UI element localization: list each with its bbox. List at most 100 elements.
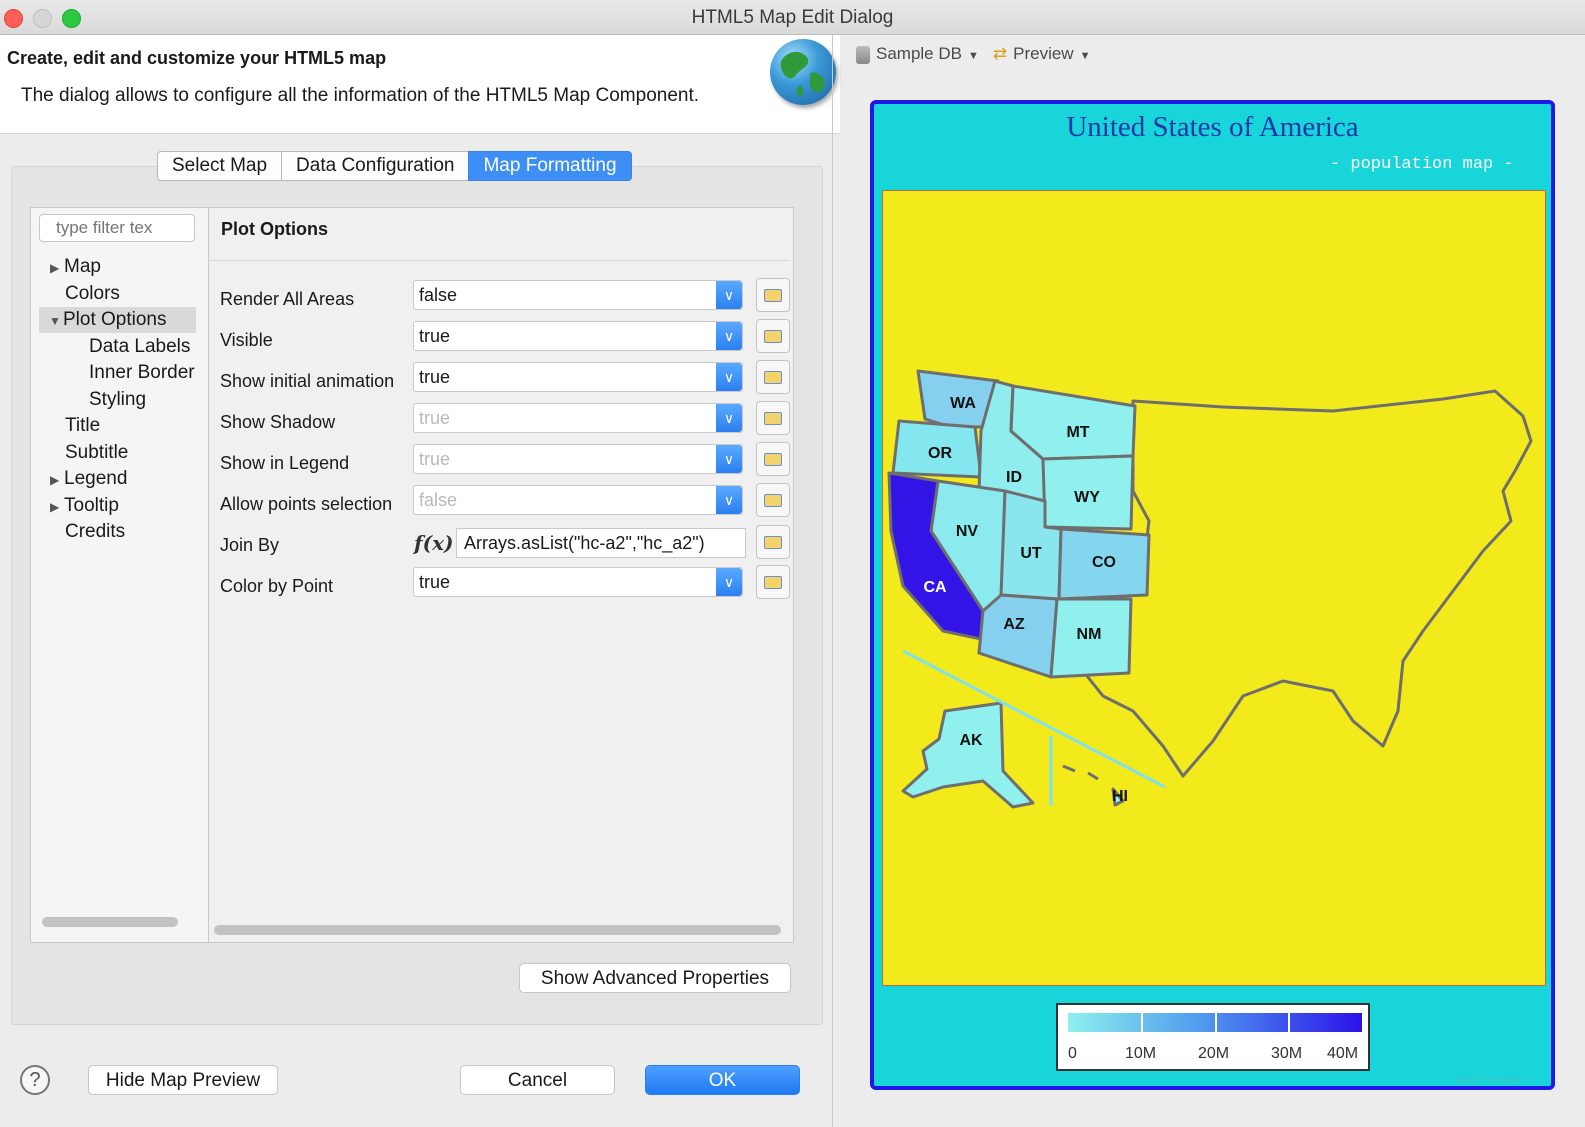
expand-arrow-icon[interactable]: ▶ — [50, 494, 64, 520]
color-by-point-select[interactable]: true ∨ — [413, 567, 743, 597]
state-label-ca: CA — [923, 579, 947, 596]
prop-label-visible: Visible — [220, 330, 273, 350]
edit-expression-button[interactable] — [756, 442, 790, 476]
tree-item-subtitle[interactable]: Subtitle — [65, 440, 128, 466]
chevron-down-icon[interactable]: ∨ — [716, 322, 742, 350]
globe-icon — [770, 39, 836, 105]
edit-icon — [764, 371, 782, 384]
edit-expression-button[interactable] — [756, 483, 790, 517]
tree-item-map[interactable]: ▶ Map — [50, 254, 101, 280]
hide-map-preview-button[interactable]: Hide Map Preview — [88, 1065, 278, 1095]
prop-label-render-all-areas: Render All Areas — [220, 289, 355, 309]
tree-item-data-labels[interactable]: Data Labels — [89, 334, 190, 360]
chevron-down-icon[interactable]: ∨ — [716, 445, 742, 473]
tree-scrollbar[interactable] — [42, 917, 178, 927]
edit-expression-button[interactable] — [756, 565, 790, 599]
show-in-legend-select[interactable]: true ∨ — [413, 444, 743, 474]
chevron-down-icon[interactable]: ∨ — [716, 281, 742, 309]
tree-item-styling[interactable]: Styling — [89, 387, 146, 413]
edit-expression-button[interactable] — [756, 525, 790, 559]
show-shadow-select[interactable]: true ∨ — [413, 403, 743, 433]
ok-button[interactable]: OK — [645, 1065, 800, 1095]
tree-item-label: Plot Options — [63, 309, 167, 330]
prop-label-show-shadow: Show Shadow — [220, 412, 336, 432]
visible-select[interactable]: true ∨ — [413, 321, 743, 351]
legend-label: 20M — [1198, 1045, 1230, 1062]
join-by-input[interactable]: Arrays.asList("hc-a2","hc_a2") — [456, 528, 746, 558]
edit-icon — [764, 494, 782, 507]
split-divider[interactable] — [832, 35, 833, 1127]
expand-arrow-icon[interactable]: ▶ — [50, 467, 64, 493]
state-label-nm: NM — [1077, 626, 1102, 643]
tree-item-inner-border[interactable]: Inner Border — [89, 360, 195, 386]
tree-item-tooltip[interactable]: ▶ Tooltip — [50, 493, 119, 519]
select-value: false — [419, 490, 458, 510]
tab-map-formatting[interactable]: Map Formatting — [468, 151, 632, 181]
divider — [210, 260, 790, 261]
tree-item-colors[interactable]: Colors — [65, 281, 120, 307]
state-label-nv: NV — [956, 523, 979, 540]
tree-item-label: Tooltip — [64, 495, 119, 516]
map-subtitle: - population map - — [1330, 155, 1514, 174]
chevron-down-icon[interactable]: ∨ — [716, 568, 742, 596]
header-description: The dialog allows to configure all the i… — [21, 85, 700, 106]
legend-tick — [1288, 1013, 1290, 1032]
legend-tick — [1141, 1013, 1143, 1032]
edit-expression-button[interactable] — [756, 360, 790, 394]
tree-item-label: Map — [64, 256, 101, 277]
tab-bar: Select Map Data Configuration Map Format… — [157, 151, 632, 181]
header-title: Create, edit and customize your HTML5 ma… — [7, 48, 387, 68]
tree-filter-input[interactable] — [39, 214, 195, 242]
map-credits[interactable]: Map Example — [1456, 1074, 1523, 1086]
tab-select-map[interactable]: Select Map — [157, 151, 283, 181]
edit-expression-button[interactable] — [756, 319, 790, 353]
properties-scrollbar[interactable] — [214, 925, 781, 935]
show-initial-animation-select[interactable]: true ∨ — [413, 362, 743, 392]
state-label-wy: WY — [1074, 489, 1100, 506]
edit-icon — [764, 536, 782, 549]
show-advanced-properties-button[interactable]: Show Advanced Properties — [519, 963, 791, 993]
tree-item-legend[interactable]: ▶ Legend — [50, 466, 127, 492]
preview-dropdown[interactable]: Preview — [1013, 44, 1073, 63]
chevron-down-icon[interactable]: ∨ — [716, 404, 742, 432]
tab-data-configuration[interactable]: Data Configuration — [281, 151, 470, 181]
map-title: United States of America — [1066, 111, 1359, 143]
state-label-ut: UT — [1020, 545, 1042, 562]
select-value: true — [419, 449, 451, 469]
chevron-down-icon[interactable]: ∨ — [716, 486, 742, 514]
edit-icon — [764, 453, 782, 466]
chevron-down-icon[interactable]: ▼ — [968, 50, 979, 62]
legend-label: 0 — [1068, 1045, 1077, 1062]
select-value: true — [419, 367, 451, 387]
state-mt — [1009, 384, 1137, 461]
tree-item-credits[interactable]: Credits — [65, 519, 125, 545]
window-titlebar: HTML5 Map Edit Dialog — [0, 0, 1585, 35]
render-all-areas-select[interactable]: false ∨ — [413, 280, 743, 310]
tree-item-plot-options[interactable]: ▼ Plot Options — [39, 307, 196, 333]
edit-expression-button[interactable] — [756, 278, 790, 312]
cancel-button[interactable]: Cancel — [460, 1065, 615, 1095]
tree-item-label: Legend — [64, 468, 128, 489]
edit-expression-button[interactable] — [756, 401, 790, 435]
expand-arrow-icon[interactable]: ▶ — [50, 255, 64, 281]
select-value: false — [419, 285, 458, 305]
chevron-down-icon[interactable]: ▼ — [1080, 50, 1091, 62]
tree-item-title[interactable]: Title — [65, 413, 100, 439]
select-value: true — [419, 408, 451, 428]
state-label-co: CO — [1092, 554, 1116, 571]
properties-title: Plot Options — [221, 219, 328, 239]
refresh-icon: ⇄ — [992, 44, 1008, 63]
select-value: true — [419, 326, 451, 346]
state-label-id: ID — [1006, 469, 1022, 486]
map-legend: 0 10M 20M 30M 40M — [1056, 1003, 1370, 1071]
chevron-down-icon[interactable]: ∨ — [716, 363, 742, 391]
state-ak — [901, 701, 1035, 809]
legend-label: 10M — [1125, 1045, 1157, 1062]
us-map[interactable]: WA OR MT ID WY NV UT CO CA AZ NM AK HI — [883, 191, 1545, 985]
prop-label-show-in-legend: Show in Legend — [220, 453, 350, 473]
datasource-dropdown[interactable]: Sample DB — [876, 44, 962, 63]
collapse-arrow-icon[interactable]: ▼ — [49, 308, 63, 334]
allow-points-selection-select[interactable]: false ∨ — [413, 485, 743, 515]
dialog-header: Create, edit and customize your HTML5 ma… — [0, 35, 840, 134]
help-icon[interactable]: ? — [20, 1065, 50, 1095]
